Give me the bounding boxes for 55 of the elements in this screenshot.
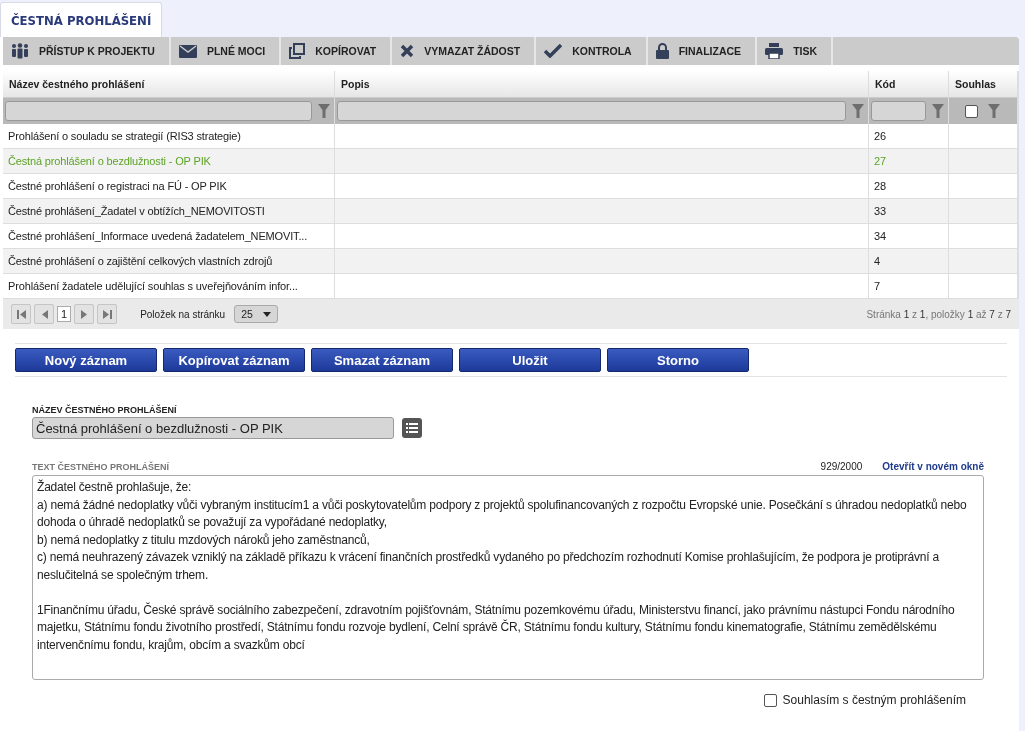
caret-icon[interactable]: [262, 311, 271, 317]
toolbar-button[interactable]: TISK: [757, 37, 834, 65]
last-page-icon[interactable]: [102, 309, 112, 319]
action-button[interactable]: Smazat záznam: [311, 348, 453, 372]
field-label: NÁZEV ČESTNÉHO PROHLÁŠENÍ: [32, 405, 178, 415]
action-button[interactable]: Kopírovat záznam: [163, 348, 305, 372]
toolbar-button[interactable]: PŘÍSTUP K PROJEKTU: [3, 37, 171, 65]
action-button[interactable]: Uložit: [459, 348, 601, 372]
lock-icon: [655, 43, 669, 59]
table-cell: 4: [869, 249, 949, 274]
per-page-label: Položek na stránku: [140, 308, 226, 320]
table-cell[interactable]: Čestné prohlášení o zajištění celkových vlastních zdrojů: [3, 249, 335, 274]
per-page-select[interactable]: 25: [234, 305, 278, 323]
close-icon: [400, 44, 415, 58]
table-cell: 27: [869, 149, 949, 174]
page-number[interactable]: 1: [57, 306, 72, 322]
pager-summary: Stránka 1 z 1, položky 1 až 7 z 7: [866, 308, 1011, 320]
filter-icon[interactable]: [852, 104, 864, 118]
check-icon: [544, 44, 563, 58]
toolbar-button[interactable]: FINALIZACE: [647, 37, 758, 65]
people-icon: [11, 43, 29, 59]
checkbox[interactable]: [763, 693, 777, 707]
filter-icon[interactable]: [987, 104, 1000, 118]
list-icon[interactable]: [402, 418, 422, 438]
toolbar-button[interactable]: KONTROLA: [536, 37, 648, 65]
toolbar-button[interactable]: PLNÉ MOCI: [170, 37, 282, 65]
filter-field[interactable]: [871, 101, 926, 121]
toolbar-button[interactable]: KOPÍROVAT: [281, 37, 393, 65]
checkbox-label: Souhlasím s čestným prohlášením: [782, 693, 966, 707]
filter-field[interactable]: [5, 101, 312, 121]
copy-icon: [289, 43, 306, 59]
filter-field[interactable]: [337, 101, 846, 121]
column-header[interactable]: Souhlas: [949, 71, 1018, 98]
name-field[interactable]: Čestná prohlášení o bezdlužnosti - OP PIK: [32, 417, 394, 439]
previous-page-icon[interactable]: [39, 309, 49, 319]
checkbox[interactable]: [964, 104, 978, 118]
toolbar-button[interactable]: VYMAZAT ŽÁDOST: [392, 37, 537, 65]
column-header[interactable]: Popis: [335, 71, 869, 98]
envelope-icon: [178, 44, 197, 58]
open-link[interactable]: Otevřít v novém okně: [882, 461, 984, 472]
action-button[interactable]: Nový záznam: [15, 348, 157, 372]
column-header[interactable]: Název čestného prohlášení: [3, 71, 335, 98]
text-area[interactable]: Žadatel čestně prohlašuje, že: a) nemá žádné nedoplatky vůči vybraným institucím1 a vůči poskytovatelům podpory z projektů spolufinancovaných z rozpočtu Evropské unie. Posečkání s úhradou nedoplatků nebo dohoda o úhradě nedoplatků se považují za vypořádané nedoplatky, b) nemá nedoplatky z titulu mzdových nároků jeho zaměstnanců, c) nemá neuhrazený závazek vzniklý na základě příkazu k vrácení finančních prostředků vydaného po předchozím rozhodnutí Komise prohlašujícím, že podpora je protiprávní a neslučitelná se společným trhem. 1Finančnímu úřadu, České správě sociálního zabezpečení, zdravotním pojišťovnám, Státnímu pozemkovému úřadu, Ministerstvu financí, jako právnímu nástupci Fondu národního majetku, Státnímu fondu životního prostředí, Státnímu fondu rozvoje bydlení, Celní správě ČR, Státnímu fondu kultury, Státnímu fondu kinematografie, Státnímu zemědělskému intervenčnímu fondu, krajům, obcím a svazkům obcí: [32, 475, 984, 680]
filter-icon[interactable]: [932, 104, 944, 118]
filter-icon[interactable]: [318, 104, 330, 118]
table-cell[interactable]: Čestné prohlášení_Žadatel v obtížích_NEMOVITOSTI: [3, 199, 335, 224]
table-cell: 33: [869, 199, 949, 224]
first-page-icon[interactable]: [16, 309, 26, 319]
printer-icon: [765, 43, 784, 59]
character-counter: 929/2000: [820, 461, 863, 472]
tab[interactable]: ČESTNÁ PROHLÁŠENÍ: [0, 2, 163, 37]
field-label: TEXT ČESTNÉHO PROHLÁŠENÍ: [32, 462, 170, 472]
column-header[interactable]: Kód: [869, 71, 949, 98]
next-page-icon[interactable]: [79, 309, 89, 319]
action-button[interactable]: Storno: [607, 348, 749, 372]
